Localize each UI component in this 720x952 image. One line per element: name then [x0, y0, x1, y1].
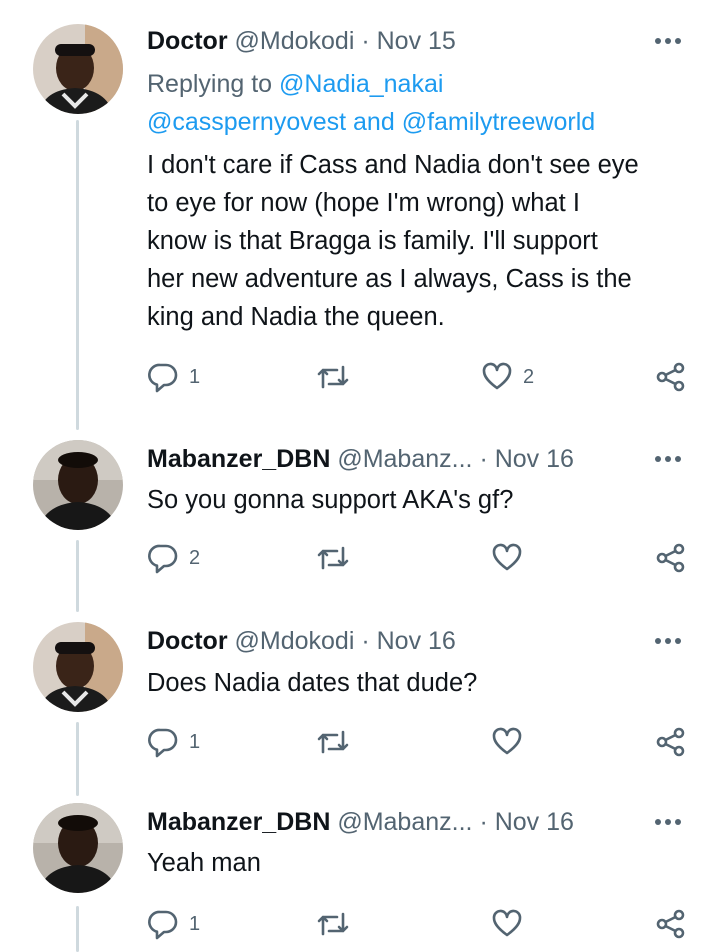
separator-dot: ·: [479, 808, 488, 836]
tweet[interactable]: Mabanzer_DBN @Mabanz... · Nov 16 So you …: [0, 440, 720, 610]
action-bar: 1 2: [0, 357, 720, 397]
retweet-button[interactable]: [315, 538, 361, 578]
reply-count: 1: [189, 912, 201, 935]
reply-icon: [148, 728, 178, 758]
tweet-text-line: So you gonna support AKA's gf?: [147, 486, 514, 514]
tweet-date[interactable]: Nov 15: [377, 27, 456, 55]
share-button[interactable]: [655, 722, 687, 762]
reply-icon: [148, 544, 178, 574]
action-bar: 1: [0, 722, 720, 762]
tweet-text-line: Yeah man: [147, 849, 261, 877]
avatar[interactable]: [33, 803, 123, 893]
mention-link[interactable]: @familytreeworld: [402, 108, 595, 136]
tweet-text-line: Does Nadia dates that dude?: [147, 669, 478, 697]
tweet-date[interactable]: Nov 16: [495, 808, 574, 836]
display-name[interactable]: Doctor: [147, 627, 228, 655]
share-button[interactable]: [655, 904, 687, 944]
tweet-date[interactable]: Nov 16: [377, 627, 456, 655]
action-bar: 2: [0, 538, 720, 578]
replying-to-line2: @casspernyovest and @familytreeworld: [147, 103, 700, 141]
action-bar: 1: [0, 904, 720, 944]
replying-to-and: and: [346, 108, 402, 136]
tweet-text-line: her new adventure as I always, Cass is t…: [147, 265, 632, 293]
replying-to-label: Replying to: [147, 70, 280, 98]
like-button[interactable]: [491, 722, 533, 762]
share-button[interactable]: [655, 538, 687, 578]
tweet-header: Mabanzer_DBN @Mabanz... · Nov 16: [147, 440, 650, 478]
user-handle[interactable]: @Mabanz...: [337, 445, 472, 473]
tweet[interactable]: Mabanzer_DBN @Mabanz... · Nov 16 Yeah ma…: [0, 803, 720, 952]
retweet-icon: [317, 730, 349, 754]
mention-link[interactable]: @Nadia_nakai: [279, 70, 443, 98]
mention-link[interactable]: @casspernyovest: [147, 108, 346, 136]
heart-icon: [492, 909, 522, 937]
share-icon: [656, 362, 685, 392]
tweet-text-line: I don't care if Cass and Nadia don't see…: [147, 151, 639, 179]
retweet-icon: [317, 365, 349, 389]
tweet-header: Mabanzer_DBN @Mabanz... · Nov 16: [147, 803, 650, 841]
tweet-text: Does Nadia dates that dude?: [147, 664, 696, 702]
retweet-button[interactable]: [315, 722, 361, 762]
separator-dot: ·: [361, 627, 370, 655]
replying-to: Replying to @Nadia_nakai: [147, 65, 700, 103]
share-icon: [656, 909, 685, 939]
retweet-icon: [317, 546, 349, 570]
more-icon: [655, 638, 681, 644]
tweet-text-line: to eye for now (hope I'm wrong) what I: [147, 189, 580, 217]
share-icon: [656, 543, 685, 573]
more-button[interactable]: [648, 22, 688, 60]
more-icon: [655, 456, 681, 462]
reply-button[interactable]: 1: [147, 722, 200, 762]
reply-count: 1: [189, 365, 201, 388]
heart-icon: [492, 543, 522, 571]
tweet-text: I don't care if Cass and Nadia don't see…: [147, 146, 696, 336]
reply-icon: [148, 363, 178, 393]
more-button[interactable]: [648, 622, 688, 660]
reply-button[interactable]: 2: [147, 538, 200, 578]
user-handle[interactable]: @Mdokodi: [235, 27, 355, 55]
share-button[interactable]: [655, 357, 687, 397]
tweet-text: Yeah man: [147, 844, 696, 882]
tweet-text: So you gonna support AKA's gf?: [147, 481, 696, 519]
retweet-button[interactable]: [315, 904, 361, 944]
separator-dot: ·: [479, 445, 488, 473]
display-name[interactable]: Doctor: [147, 27, 228, 55]
tweet[interactable]: Doctor @Mdokodi · Nov 15 Replying to @Na…: [0, 0, 720, 430]
retweet-button[interactable]: [315, 357, 361, 397]
user-handle[interactable]: @Mdokodi: [235, 627, 355, 655]
reply-count: 2: [189, 546, 201, 569]
tweet-header: Doctor @Mdokodi · Nov 16: [147, 622, 650, 660]
display-name[interactable]: Mabanzer_DBN: [147, 808, 330, 836]
avatar[interactable]: [33, 622, 123, 712]
reply-icon: [148, 910, 178, 940]
reply-button[interactable]: 1: [147, 357, 200, 397]
user-handle[interactable]: @Mabanz...: [337, 808, 472, 836]
avatar[interactable]: [33, 440, 123, 530]
more-button[interactable]: [648, 803, 688, 841]
reply-count: 1: [189, 730, 201, 753]
more-button[interactable]: [648, 440, 688, 478]
tweet-text-line: king and Nadia the queen.: [147, 303, 445, 331]
heart-icon: [482, 362, 512, 390]
tweet-header: Doctor @Mdokodi · Nov 15: [147, 22, 650, 60]
like-button[interactable]: 2: [481, 357, 534, 397]
heart-icon: [492, 727, 522, 755]
more-icon: [655, 38, 681, 44]
more-icon: [655, 819, 681, 825]
reply-button[interactable]: 1: [147, 904, 200, 944]
tweet-text-line: know is that Bragga is family. I'll supp…: [147, 227, 598, 255]
retweet-icon: [317, 912, 349, 936]
tweet[interactable]: Doctor @Mdokodi · Nov 16 Does Nadia date…: [0, 622, 720, 792]
tweet-date[interactable]: Nov 16: [495, 445, 574, 473]
like-button[interactable]: [491, 904, 533, 944]
separator-dot: ·: [361, 27, 370, 55]
like-count: 2: [523, 365, 535, 388]
display-name[interactable]: Mabanzer_DBN: [147, 445, 330, 473]
like-button[interactable]: [491, 538, 533, 578]
share-icon: [656, 727, 685, 757]
avatar[interactable]: [33, 24, 123, 114]
